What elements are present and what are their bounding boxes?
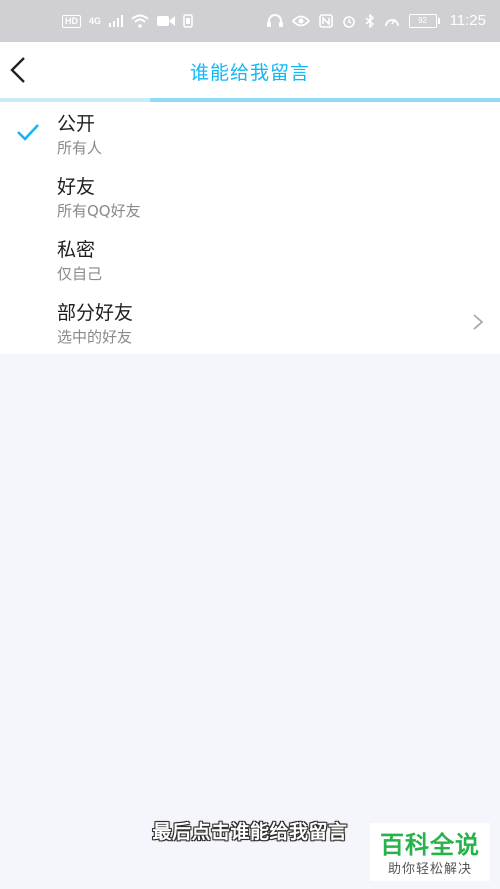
option-some-friends[interactable]: 部分好友 选中的好友	[0, 291, 500, 354]
option-title: 私密	[57, 239, 96, 261]
nfc-icon	[318, 13, 333, 28]
hd-badge: HD	[62, 14, 81, 28]
option-subtitle: 所有人	[57, 139, 103, 157]
option-subtitle: 所有QQ好友	[57, 202, 141, 220]
option-public[interactable]: 公开 所有人	[0, 102, 500, 165]
wifi-icon	[131, 14, 149, 28]
battery-icon: 92	[408, 13, 440, 28]
status-right-group: 92 11:25	[266, 12, 486, 29]
eye-icon	[291, 15, 310, 26]
chevron-right-icon	[473, 314, 484, 330]
notification-icon	[183, 14, 193, 28]
page-title: 谁能给我留言	[189, 62, 310, 84]
option-subtitle: 仅自己	[57, 265, 103, 283]
option-subtitle: 选中的好友	[57, 328, 133, 346]
status-time: 11:25	[449, 12, 486, 29]
status-left-group: HD 4G	[62, 14, 193, 28]
visibility-options-list: 公开 所有人 好友 所有QQ好友 私密 仅自己 部分好友 选中的好友	[0, 102, 500, 354]
watermark-title: 百科全说	[380, 831, 480, 859]
checkmark-icon	[17, 124, 39, 141]
watermark-logo: 百科全说 助你轻松解决	[370, 823, 490, 881]
option-title: 好友	[57, 176, 96, 198]
signal-icon	[109, 15, 124, 27]
option-title: 部分好友	[57, 302, 134, 324]
speed-icon	[384, 18, 399, 26]
watermark-subtitle: 助你轻松解决	[387, 862, 472, 877]
bluetooth-icon	[365, 13, 374, 28]
app-header: 谁能给我留言	[0, 42, 500, 98]
option-title: 公开	[57, 113, 96, 135]
headset-icon	[266, 13, 283, 27]
network-type: 4G	[89, 16, 102, 26]
option-private[interactable]: 私密 仅自己	[0, 228, 500, 291]
status-bar: HD 4G 92 11:25	[0, 0, 500, 42]
video-icon	[157, 16, 176, 26]
option-friends[interactable]: 好友 所有QQ好友	[0, 165, 500, 228]
alarm-icon	[342, 15, 355, 28]
